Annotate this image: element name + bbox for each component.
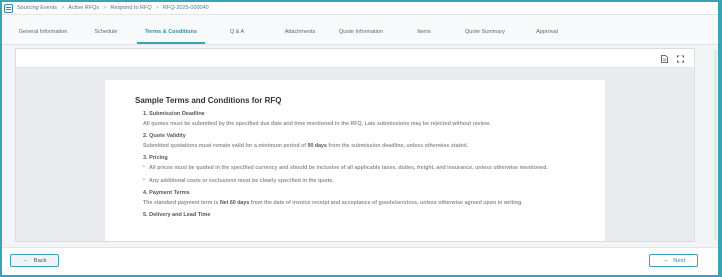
section-delivery-lead-time: 5. Delivery and Lead Time bbox=[143, 212, 575, 218]
next-button[interactable]: → Next bbox=[649, 254, 698, 267]
document-title: Sample Terms and Conditions for RFQ bbox=[135, 96, 282, 105]
section-quote-validity: 2. Quote Validity Submitted quotations m… bbox=[143, 133, 575, 150]
active-tab-indicator bbox=[137, 42, 205, 44]
back-button[interactable]: ← Back bbox=[10, 254, 59, 267]
tab-q-and-a[interactable]: Q & A bbox=[230, 29, 244, 35]
breadcrumb-separator: > bbox=[155, 5, 159, 11]
list-item: • Any additional costs or exclusions mus… bbox=[143, 177, 334, 184]
section-text: Submitted quotations must remain valid f… bbox=[143, 143, 468, 149]
breadcrumb-active-rfqs[interactable]: Active RFQs bbox=[68, 5, 99, 11]
arrow-left-icon: ← bbox=[22, 257, 29, 264]
breadcrumb-respond-to-rfq[interactable]: Respond to RFQ bbox=[110, 5, 151, 11]
section-heading: 4. Payment Terms bbox=[143, 190, 190, 196]
arrow-right-icon: → bbox=[661, 257, 669, 264]
section-heading: 1. Submission Deadline bbox=[143, 111, 205, 117]
breadcrumb-separator: > bbox=[103, 5, 107, 11]
section-text: The standard payment term is Net 60 days… bbox=[143, 200, 523, 206]
tab-general-information[interactable]: General Information bbox=[19, 29, 68, 35]
list-item: • All prices must be quoted in the speci… bbox=[143, 164, 548, 171]
section-pricing: 3. Pricing • All prices must be quoted i… bbox=[143, 155, 575, 185]
tab-attachments[interactable]: Attachments bbox=[285, 29, 316, 35]
tab-quote-summary[interactable]: Quote Summary bbox=[465, 29, 505, 35]
document-viewer: Sample Terms and Conditions for RFQ 1. S… bbox=[15, 48, 695, 242]
section-payment-terms: 4. Payment Terms The standard payment te… bbox=[143, 190, 575, 207]
section-heading: 5. Delivery and Lead Time bbox=[143, 212, 211, 218]
section-heading: 3. Pricing bbox=[143, 155, 168, 161]
viewer-toolbar bbox=[16, 49, 694, 68]
tab-terms-conditions[interactable]: Terms & Conditions bbox=[145, 29, 197, 35]
breadcrumb-bar: Sourcing Events > Active RFQs > Respond … bbox=[2, 2, 718, 15]
tab-schedule[interactable]: Schedule bbox=[95, 29, 118, 35]
fullscreen-icon[interactable] bbox=[677, 55, 684, 63]
tab-bar: General Information Schedule Terms & Con… bbox=[2, 15, 718, 45]
tab-quote-information[interactable]: Quote Information bbox=[339, 29, 383, 35]
breadcrumb-separator: > bbox=[61, 5, 65, 11]
page-scrollbar[interactable] bbox=[714, 50, 717, 240]
section-submission-deadline: 1. Submission Deadline All quotes must b… bbox=[143, 111, 575, 128]
app-logo-icon[interactable] bbox=[4, 3, 13, 13]
document-canvas[interactable]: Sample Terms and Conditions for RFQ 1. S… bbox=[16, 68, 694, 241]
footer-bar: ← Back → Next bbox=[2, 247, 718, 275]
tab-items[interactable]: Items bbox=[417, 29, 430, 35]
section-text: All quotes must be submitted by the spec… bbox=[143, 121, 491, 127]
breadcrumb-sourcing-events[interactable]: Sourcing Events bbox=[17, 5, 57, 11]
breadcrumb-rfq-id: RFQ-2025-000040 bbox=[162, 5, 209, 11]
tab-approval[interactable]: Approval bbox=[536, 29, 558, 35]
section-heading: 2. Quote Validity bbox=[143, 133, 186, 139]
document-icon[interactable] bbox=[661, 55, 668, 63]
document-page: Sample Terms and Conditions for RFQ 1. S… bbox=[105, 80, 605, 241]
